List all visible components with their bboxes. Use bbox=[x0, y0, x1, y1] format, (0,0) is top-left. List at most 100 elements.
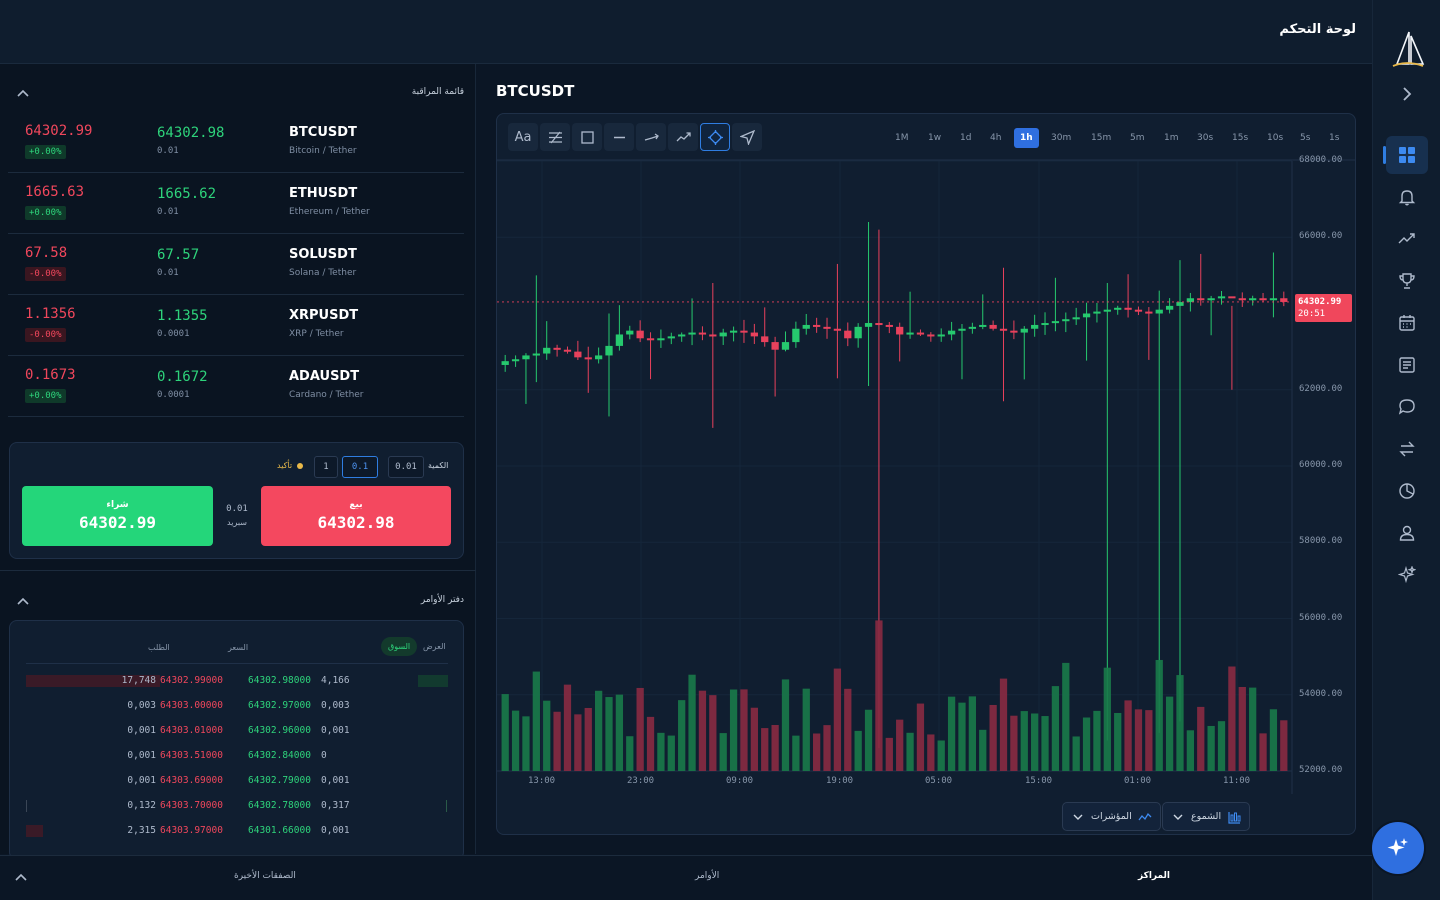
candle-body bbox=[740, 330, 748, 333]
confirm-toggle[interactable]: تأكيد bbox=[277, 461, 303, 470]
fib-tool[interactable] bbox=[540, 123, 570, 151]
timeframe-10s[interactable]: 10s bbox=[1261, 128, 1289, 148]
quantity-option-1[interactable]: 1 bbox=[314, 456, 338, 478]
indicators-button[interactable]: المؤشرات bbox=[1062, 802, 1161, 831]
volume-bar bbox=[646, 716, 655, 771]
candle-body bbox=[864, 323, 873, 327]
watchlist-row-ethusdt[interactable]: 1665.63 +0.00% 1665.62 0.01 ETHUSDT Ethe… bbox=[8, 173, 464, 234]
ray-tool[interactable] bbox=[636, 123, 666, 151]
tick-size: 0.01 bbox=[157, 146, 179, 156]
tab-positions[interactable]: المراكز bbox=[1138, 871, 1170, 881]
timeframe-15s[interactable]: 15s bbox=[1226, 128, 1254, 148]
sell-button[interactable]: بيع 64302.98 bbox=[261, 486, 451, 546]
candle-body bbox=[522, 355, 530, 360]
watchlist-row-adausdt[interactable]: 0.1673 +0.00% 0.1672 0.0001 ADAUSDT Card… bbox=[8, 356, 464, 417]
candle-body bbox=[1145, 311, 1153, 314]
ask-price: 64301.66000 bbox=[248, 825, 311, 836]
y-tick-label: 60000.00 bbox=[1299, 460, 1343, 470]
watchlist-row-xrpusdt[interactable]: 1.1356 -0.00% 1.1355 0.0001 XRPUSDT XRP … bbox=[8, 295, 464, 356]
candle-body bbox=[501, 361, 509, 365]
sidebar-item-news[interactable] bbox=[1386, 346, 1428, 384]
candle-body bbox=[813, 324, 821, 327]
timeframe-1d[interactable]: 1d bbox=[954, 128, 977, 148]
ask-quantity: 0,001 bbox=[321, 775, 350, 786]
candle-body bbox=[1217, 296, 1226, 299]
timeframe-5s[interactable]: 5s bbox=[1294, 128, 1316, 148]
tab-offer[interactable]: العرض bbox=[416, 637, 453, 656]
chevron-right-icon[interactable] bbox=[1397, 84, 1417, 104]
sidebar-item-notifications[interactable] bbox=[1386, 178, 1428, 216]
volume-bar bbox=[615, 694, 624, 771]
orderbook-row[interactable]: 17,748 64302.99000 64302.98000 4,166 bbox=[26, 675, 448, 689]
chevron-up-icon[interactable] bbox=[16, 86, 30, 100]
sidebar-item-profile[interactable] bbox=[1386, 514, 1428, 552]
sidebar-item-calendar[interactable] bbox=[1386, 304, 1428, 342]
sidebar-item-transfer[interactable] bbox=[1386, 430, 1428, 468]
crosshair-tool[interactable] bbox=[700, 123, 730, 151]
sidebar-item-ai[interactable] bbox=[1386, 556, 1428, 594]
sidebar-item-dashboard[interactable] bbox=[1386, 136, 1428, 174]
orderbook-row[interactable]: 0,001 64303.51000 64302.84000 0 bbox=[26, 750, 448, 764]
cursor-tool[interactable] bbox=[732, 123, 762, 151]
timeframe-30m[interactable]: 30m bbox=[1045, 128, 1077, 148]
orderbook-title: دفتر الأوامر bbox=[420, 595, 464, 605]
bid-price: 64303.70000 bbox=[160, 800, 223, 811]
candle-body bbox=[511, 359, 520, 362]
sidebar-item-markets[interactable] bbox=[1386, 220, 1428, 258]
volume-bar bbox=[636, 687, 644, 771]
sidebar-item-chat[interactable] bbox=[1386, 388, 1428, 426]
orderbook-row[interactable]: 0,001 64303.01000 64302.96000 0,001 bbox=[26, 725, 448, 739]
bid-quantity: 17,748 bbox=[121, 675, 156, 686]
timeframe-5m[interactable]: 5m bbox=[1124, 128, 1151, 148]
buy-button[interactable]: شراء 64302.99 bbox=[22, 486, 213, 546]
watchlist-row-solusdt[interactable]: 67.58 -0.00% 67.57 0.01 SOLUSDT Solana /… bbox=[8, 234, 464, 295]
chevron-up-icon[interactable] bbox=[16, 594, 30, 608]
chart-type-button[interactable]: الشموع bbox=[1162, 802, 1251, 831]
timeframe-30s[interactable]: 30s bbox=[1191, 128, 1219, 148]
sailboat-logo-icon[interactable] bbox=[1387, 26, 1427, 70]
orderbook: الطلب السعر السوق العرض 17,748 64302.9900… bbox=[9, 620, 464, 860]
trophy-icon bbox=[1399, 273, 1415, 289]
timeframe-1m[interactable]: 1M bbox=[889, 128, 915, 148]
status-dot-icon bbox=[296, 462, 303, 469]
timeframe-1w[interactable]: 1w bbox=[922, 128, 947, 148]
text-tool[interactable]: Aa bbox=[508, 123, 538, 151]
candle-body bbox=[750, 332, 758, 337]
timeframe-15m[interactable]: 15m bbox=[1085, 128, 1117, 148]
tab-market[interactable]: السوق bbox=[381, 637, 418, 656]
dashboard-icon bbox=[1399, 147, 1415, 163]
buy-price: 67.57 bbox=[157, 247, 200, 263]
timeframe-1m[interactable]: 1m bbox=[1158, 128, 1185, 148]
orderbook-row[interactable]: 0,132 64303.70000 64302.78000 0,317 bbox=[26, 800, 448, 814]
ask-quantity: 0,317 bbox=[321, 800, 350, 811]
candlestick-chart[interactable] bbox=[497, 114, 1356, 835]
candle-body bbox=[553, 347, 561, 350]
quantity-option-0.01[interactable]: 0.01 bbox=[388, 456, 424, 478]
trend-tool[interactable] bbox=[668, 123, 698, 151]
last-price-tag: 64302.99 20:51 bbox=[1295, 293, 1352, 322]
quantity-option-0.1[interactable]: 0.1 bbox=[342, 456, 378, 478]
chevron-down-icon bbox=[1173, 814, 1183, 820]
orderbook-row[interactable]: 2,315 64303.97000 64301.66000 0,001 bbox=[26, 825, 448, 839]
ai-assistant-button[interactable] bbox=[1372, 822, 1424, 874]
sidebar-item-leaderboard[interactable] bbox=[1386, 262, 1428, 300]
x-tick-label: 11:00 bbox=[1223, 776, 1251, 786]
orderbook-row[interactable]: 0,001 64303.69000 64302.79000 0,001 bbox=[26, 775, 448, 789]
volume-bar bbox=[688, 674, 696, 771]
watchlist-row-btcusdt[interactable]: 64302.99 +0.00% 64302.98 0.01 BTCUSDT Bi… bbox=[8, 112, 464, 173]
timeframe-4h[interactable]: 4h bbox=[984, 128, 1007, 148]
volume-bar bbox=[626, 736, 634, 771]
rectangle-tool[interactable] bbox=[572, 123, 602, 151]
hline-tool[interactable] bbox=[604, 123, 634, 151]
bid-quantity: 0,001 bbox=[127, 750, 156, 761]
timeframe-1h[interactable]: 1h bbox=[1014, 128, 1039, 148]
sparkles-icon bbox=[1398, 566, 1416, 584]
indicator-line-icon bbox=[1138, 812, 1152, 820]
orderbook-row[interactable]: 0,003 64303.00000 64302.97000 0,003 bbox=[26, 700, 448, 714]
tab-recent-trades[interactable]: الصفقات الأخيرة bbox=[234, 871, 296, 881]
volume-bar bbox=[968, 696, 976, 771]
timeframe-1s[interactable]: 1s bbox=[1323, 128, 1345, 148]
sidebar-item-portfolio[interactable] bbox=[1386, 472, 1428, 510]
tab-orders[interactable]: الأوامر bbox=[695, 871, 719, 881]
chevron-up-icon[interactable] bbox=[14, 870, 28, 884]
